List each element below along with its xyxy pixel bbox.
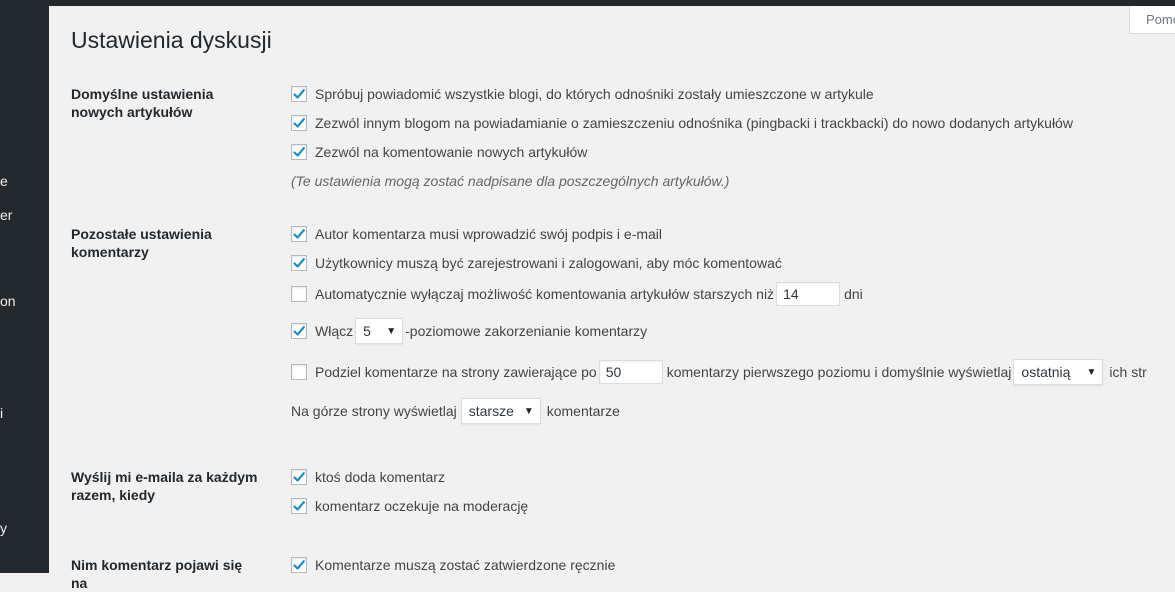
require-name-email-option[interactable]: Autor komentarza musi wprowadzić swój po… [291,224,662,244]
require-name-email-checkbox[interactable] [291,226,307,242]
manual-approval-option[interactable]: Komentarze muszą zostać zatwierdzone ręc… [291,555,615,575]
notify-blogs-option[interactable]: Spróbuj powiadomić wszystkie blogi, do k… [291,84,874,104]
checkmark-icon [293,472,305,482]
checkmark-icon [293,326,305,336]
comment-order-option: Na górze strony wyświetlaj starsze ▼ kom… [291,398,620,424]
page-comments-checkbox[interactable] [291,364,307,380]
dropdown-arrow-icon: ▼ [386,325,397,337]
comment-order-value: starsze [468,403,514,419]
other-comment-settings-label: Pozostałe ustawienia komentarzy [71,226,212,260]
allow-pings-checkbox[interactable] [291,115,307,131]
dropdown-arrow-icon: ▼ [523,405,534,417]
comments-per-page-input[interactable] [598,360,663,384]
help-tab-button[interactable]: Pomoc [1129,6,1175,34]
thread-comments-checkbox[interactable] [291,323,307,339]
email-me-label: Wyślij mi e-maila za każdym razem, kiedy [71,469,258,503]
sidebar-item-label[interactable]: er [0,207,12,223]
notify-blogs-label[interactable]: Spróbuj powiadomić wszystkie blogi, do k… [315,86,874,102]
email-moderation-checkbox[interactable] [291,498,307,514]
sidebar-item-label[interactable]: e [0,173,8,189]
page-comments-trailing-label: ich str [1109,364,1147,380]
default-comments-page-select[interactable]: ostatnią ▼ [1013,359,1104,385]
override-note: (Te ustawienia mogą zostać nadpisane dla… [291,173,730,189]
close-comments-days-unit: dni [844,286,863,302]
email-new-comment-checkbox[interactable] [291,469,307,485]
sidebar-item-label[interactable]: i [0,405,3,421]
notify-blogs-checkbox[interactable] [291,86,307,102]
page-comments-option[interactable]: Podziel komentarze na strony zawierające… [291,359,1147,385]
checkmark-icon [293,501,305,511]
email-new-comment-option[interactable]: ktoś doda komentarz [291,467,445,487]
email-moderation-label[interactable]: komentarz oczekuje na moderację [315,498,528,514]
require-name-email-label[interactable]: Autor komentarza musi wprowadzić swój po… [315,226,662,242]
thread-comments-label[interactable]: Włącz [315,323,353,339]
close-comments-checkbox[interactable] [291,286,307,302]
sidebar-item-label[interactable]: y [0,520,7,536]
thread-comments-suffix: -poziomowe zakorzenianie komentarzy [405,323,648,339]
default-article-settings-label: Domyślne ustawienia nowych artykułów [71,86,214,120]
page-title: Ustawienia dyskusji [71,27,272,53]
checkmark-icon [293,560,305,570]
comment-order-label: Na górze strony wyświetlaj [291,403,457,419]
close-comments-days-input[interactable] [776,282,841,306]
admin-sidebar: e er on i y [0,0,49,573]
email-moderation-option[interactable]: komentarz oczekuje na moderację [291,496,528,516]
checkmark-icon [293,229,305,239]
registration-required-label[interactable]: Użytkownicy muszą być zarejestrowani i z… [315,255,782,271]
allow-comments-checkbox[interactable] [291,144,307,160]
before-comment-appears-label: Nim komentarz pojawi się na [71,557,243,591]
allow-pings-option[interactable]: Zezwól innym blogom na powiadamianie o z… [291,113,1073,133]
dropdown-arrow-icon: ▼ [1086,366,1097,378]
manual-approval-label[interactable]: Komentarze muszą zostać zatwierdzone ręc… [315,557,615,573]
registration-required-option[interactable]: Użytkownicy muszą być zarejestrowani i z… [291,253,782,273]
allow-comments-label[interactable]: Zezwól na komentowanie nowych artykułów [315,144,587,160]
allow-pings-label[interactable]: Zezwól innym blogom na powiadamianie o z… [315,115,1073,131]
thread-depth-select[interactable]: 5 ▼ [355,318,404,344]
thread-depth-value: 5 [363,323,371,339]
allow-comments-option[interactable]: Zezwól na komentowanie nowych artykułów [291,142,587,162]
comment-order-select[interactable]: starsze ▼ [460,398,541,424]
thread-comments-option[interactable]: Włącz 5 ▼ -poziomowe zakorzenianie komen… [291,318,648,344]
page-comments-mid-label: komentarzy pierwszego poziomu i domyślni… [666,364,1012,380]
checkmark-icon [293,89,305,99]
email-new-comment-label[interactable]: ktoś doda komentarz [315,469,445,485]
checkmark-icon [293,118,305,128]
manual-approval-checkbox[interactable] [291,557,307,573]
comment-order-suffix: komentarze [546,403,620,419]
main-content: Pomoc Ustawienia dyskusji Domyślne ustaw… [49,6,1175,591]
checkmark-icon [293,258,305,268]
default-comments-page-value: ostatnią [1021,364,1071,380]
checkmark-icon [293,147,305,157]
page-comments-label[interactable]: Podziel komentarze na strony zawierające… [315,364,597,380]
close-comments-label[interactable]: Automatycznie wyłączaj możliwość komento… [315,286,774,302]
registration-required-checkbox[interactable] [291,255,307,271]
close-comments-option[interactable]: Automatycznie wyłączaj możliwość komento… [291,282,863,306]
sidebar-item-label[interactable]: on [0,293,16,309]
